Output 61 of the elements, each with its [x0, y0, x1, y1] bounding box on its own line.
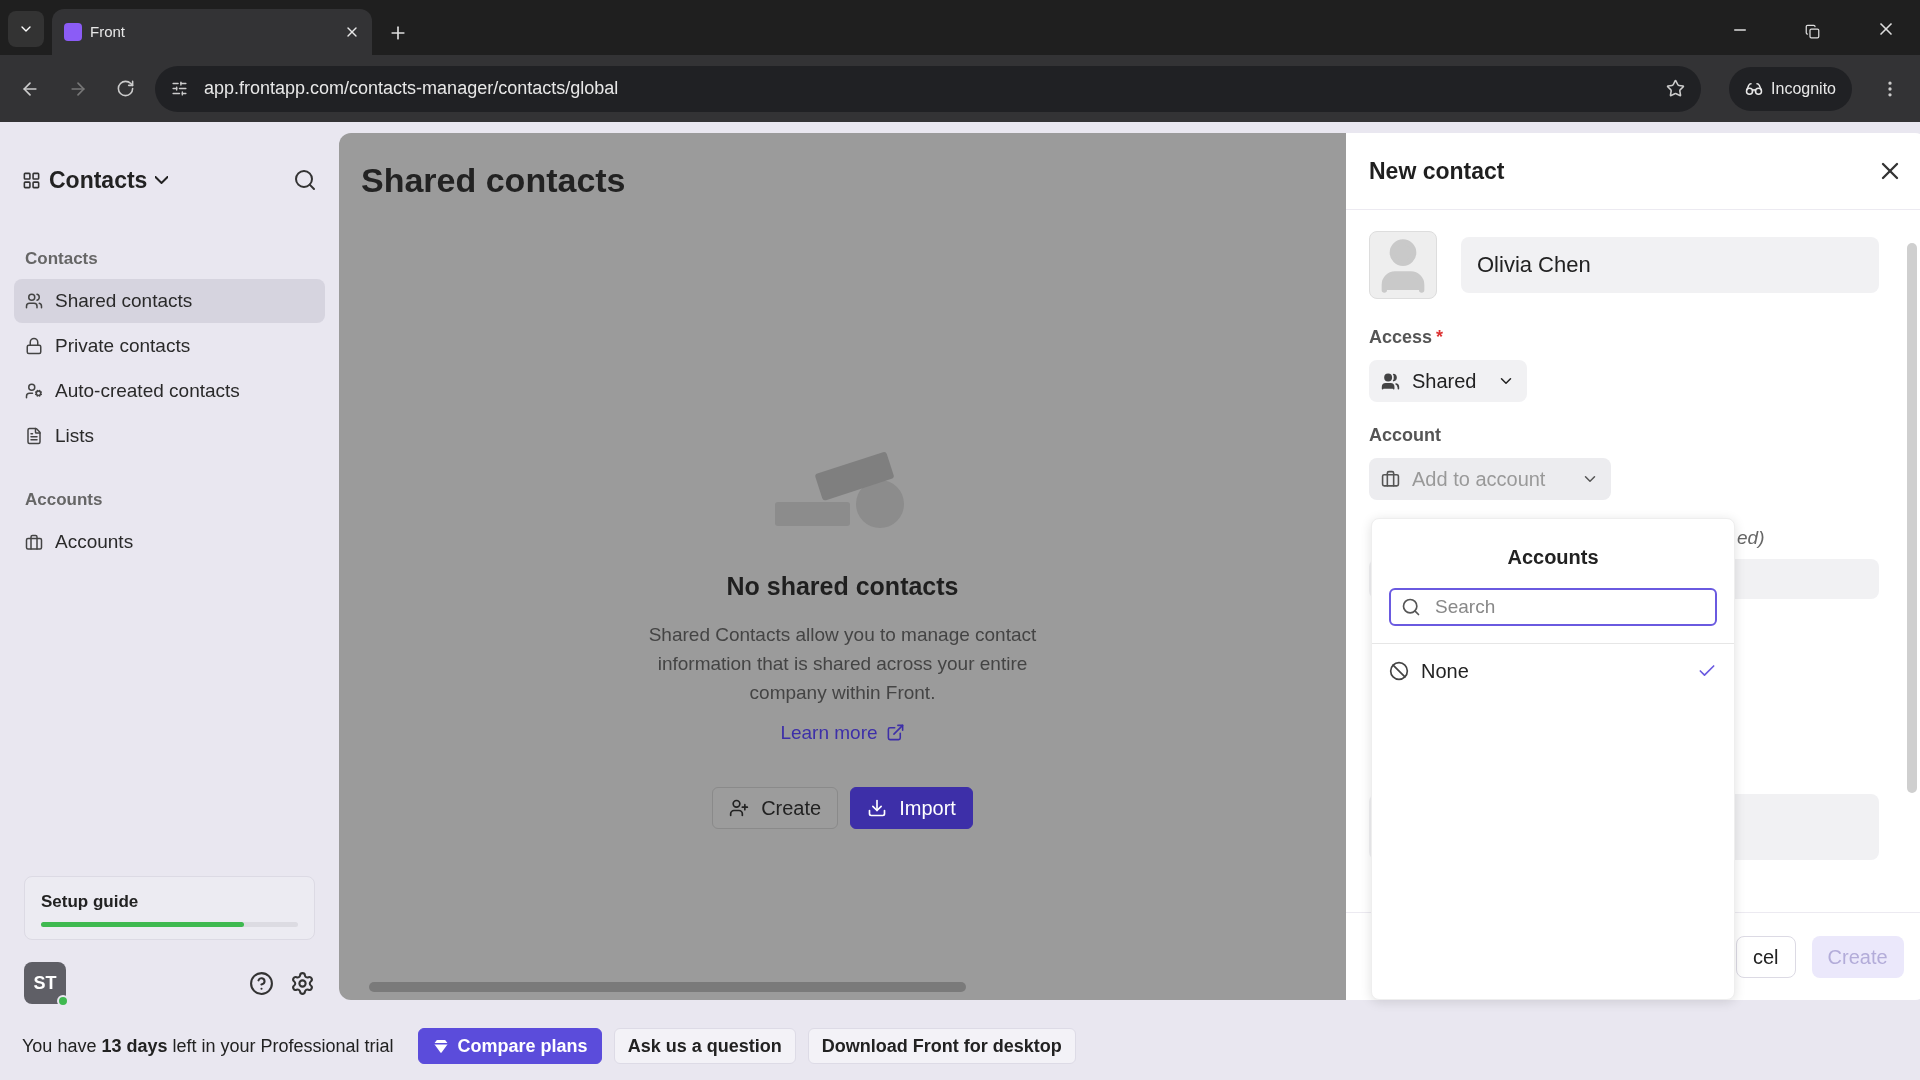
- horizontal-scrollbar[interactable]: [369, 982, 966, 992]
- site-info-icon[interactable]: [171, 80, 188, 97]
- briefcase-icon: [1381, 469, 1400, 489]
- create-button[interactable]: Create: [712, 787, 839, 829]
- lock-icon: [25, 337, 43, 355]
- document-icon: [25, 427, 43, 445]
- empty-state-description: Shared Contacts allow you to manage contact information that is shared across your entire company within Front.: [647, 622, 1038, 705]
- field-label-fragment: ed): [1736, 526, 1766, 550]
- setup-guide-card[interactable]: Setup guide: [24, 875, 315, 940]
- trial-bar-button[interactable]: Download Front for desktop: [807, 1028, 1076, 1064]
- profile-chip[interactable]: Incognito: [1729, 66, 1852, 111]
- account-option[interactable]: None: [1372, 644, 1734, 698]
- people-icon: [1381, 371, 1400, 391]
- scrollbar-thumb[interactable]: [1906, 243, 1917, 793]
- avatar-silhouette: [1369, 231, 1437, 299]
- field-label: Account: [1369, 424, 1442, 447]
- briefcase-icon: [25, 533, 43, 552]
- page-title: Shared contacts: [360, 160, 627, 201]
- search-icon[interactable]: [293, 168, 317, 193]
- reload-icon[interactable]: [116, 79, 135, 98]
- tab-title: Front: [90, 21, 126, 42]
- apps-grid-icon[interactable]: [22, 170, 41, 190]
- search-field[interactable]: Search: [1389, 588, 1717, 626]
- url-text: app.frontapp.com/contacts-manager/contacts/global: [204, 77, 619, 100]
- name-input[interactable]: Olivia Chen: [1461, 237, 1879, 293]
- sidebar-item[interactable]: Lists: [14, 414, 325, 458]
- workspace-title[interactable]: Contacts: [49, 163, 169, 198]
- chevron-down-icon: [155, 176, 169, 185]
- drawer-title: New contact: [1369, 156, 1506, 186]
- tab-list-button[interactable]: [8, 11, 44, 47]
- empty-state-heading: No shared contacts: [726, 571, 959, 602]
- trial-message: You have 13 days left in your Professional trial: [22, 1034, 394, 1058]
- trial-bar-button[interactable]: Ask us a question: [613, 1028, 796, 1064]
- cancel-button[interactable]: cel: [1736, 935, 1796, 978]
- access-dropdown[interactable]: Shared: [1369, 360, 1527, 402]
- sidebar-item[interactable]: Auto-created contacts: [14, 369, 325, 413]
- external-link-icon: [885, 723, 905, 743]
- compare-plans-button[interactable]: Compare plans: [417, 1028, 602, 1064]
- browser-tab[interactable]: Front: [52, 9, 372, 55]
- app-logo-icon: [64, 23, 82, 41]
- import-button[interactable]: Import: [850, 787, 973, 829]
- sidebar-item[interactable]: Shared contacts: [14, 279, 325, 323]
- popover-title: Accounts: [1506, 545, 1600, 570]
- section-heading: Contacts: [24, 247, 99, 270]
- learn-more-link[interactable]: Learn more: [780, 718, 905, 747]
- setup-guide-label: Setup guide: [41, 890, 140, 913]
- search-icon: [1401, 597, 1421, 617]
- section-heading: Accounts: [24, 489, 104, 511]
- address-bar[interactable]: app.frontapp.com/contacts-manager/contacts/global: [155, 65, 1702, 112]
- sidebar-item[interactable]: Accounts: [14, 520, 325, 565]
- people-icon: [25, 292, 43, 310]
- help-icon[interactable]: [249, 970, 274, 996]
- restore-icon[interactable]: [1805, 24, 1820, 39]
- settings-icon[interactable]: [290, 970, 315, 996]
- user-avatar[interactable]: ST: [24, 962, 66, 1004]
- bookmark-star-icon[interactable]: [1666, 79, 1686, 98]
- sidebar-item[interactable]: Private contacts: [14, 324, 325, 368]
- download-icon: [867, 798, 888, 818]
- add-person-icon: [729, 798, 750, 818]
- field-label: Access *: [1369, 326, 1445, 349]
- none-icon: [1389, 661, 1409, 681]
